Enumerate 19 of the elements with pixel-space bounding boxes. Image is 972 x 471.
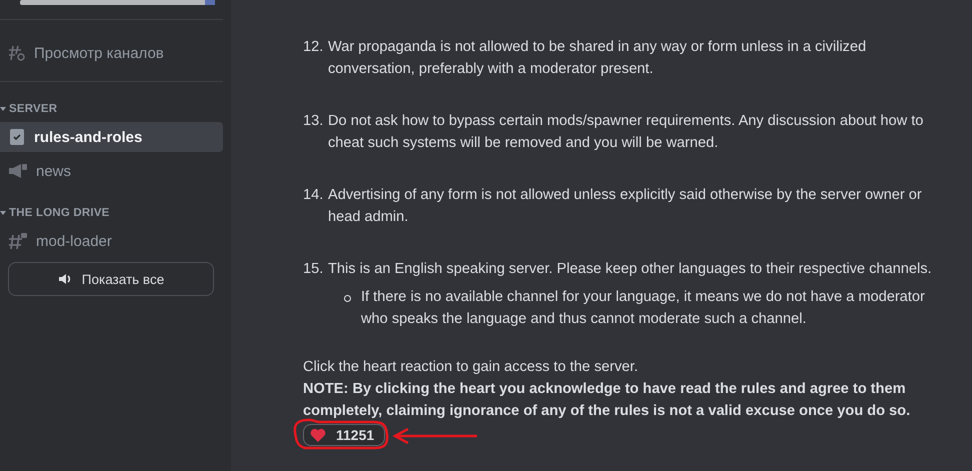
channel-item[interactable]: rules-and-roles [0,122,223,152]
category-label[interactable]: SERVER [9,103,58,115]
rule-subitem-text: If there is no available channel for your language, it means we do not have a moderator who speaks the language and thus cannot moderate such a channel. [361,288,926,329]
rule-text: This is an English speaking server. Please keep other languages to their respective channels. [328,260,933,279]
show-all-button[interactable]: Показать все [8,262,214,296]
rule-text: War propaganda is not allowed to be shared in any way or form unless in a civilized conversation, preferably with a moderator present. [328,38,868,79]
instruction-text: Click the heart reaction to gain access to the server. [303,358,640,377]
note-text: NOTE: By clicking the heart you acknowledge to have read the rules and agree to them completely, claiming ignorance of any of the rules is not a valid excuse once you do so. [303,380,912,421]
list-number: 12. [303,38,324,57]
browse-channels-link[interactable]: Просмотр каналов [8,37,223,69]
heart-reaction-button[interactable]: 11251 [303,424,386,446]
category-label[interactable]: THE LONG DRIVE [9,207,110,219]
list-number: 13. [303,112,324,131]
list-number: 14. [303,186,324,205]
list-number: 15. [303,260,324,279]
rule-text: Do not ask how to bypass certain mods/spawner requirements. Any discussion about how to cheat such systems will be removed and you will be warned. [328,112,924,153]
rule-text: Advertising of any form is not allowed unless explicitly said otherwise by the server owner or head admin. [328,186,923,227]
channel-item[interactable]: news [0,156,223,186]
channel-item[interactable]: mod-loader [0,226,223,256]
